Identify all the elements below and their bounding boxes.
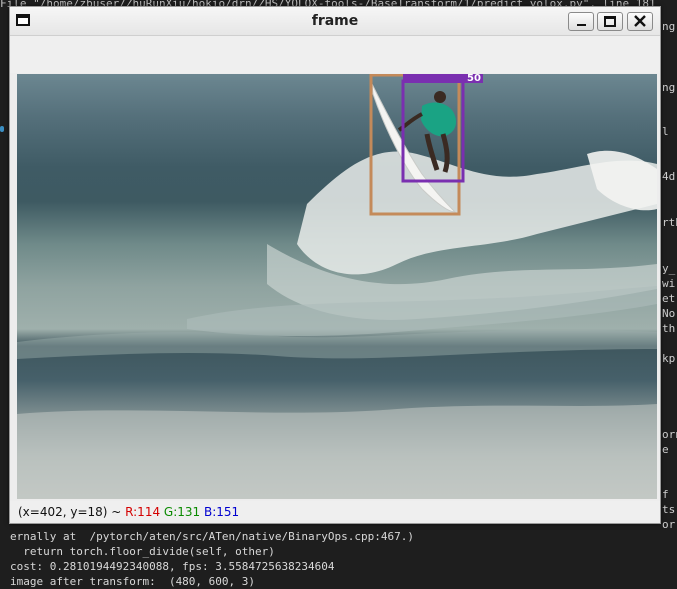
title-bar[interactable]: frame: [10, 7, 660, 36]
toolbar-area: [10, 36, 660, 73]
frame-window[interactable]: frame 50 (x=402, y=18) ~ R:114 G:131 B:1…: [9, 6, 661, 524]
terminal-scroll-marker: [0, 126, 4, 132]
terminal-line: image after transform: (480, 600, 3): [10, 575, 256, 588]
terminal-fragment: et: [662, 292, 676, 305]
terminal-line: return torch.floor_divide(self, other): [10, 545, 275, 558]
pixel-red-value: R:114: [125, 505, 161, 519]
surfer-body: [421, 102, 457, 137]
pixel-green-value: G:131: [163, 505, 201, 519]
terminal-output: ernally at /pytorch/aten/src/ATen/native…: [10, 529, 670, 589]
terminal-fragment: ts: [662, 503, 676, 516]
terminal-fragment: kp: [662, 352, 676, 365]
terminal-line: cost: 0.2810194492340088, fps: 3.5584725…: [10, 560, 335, 573]
window-title: frame: [311, 13, 359, 29]
status-bar: (x=402, y=18) ~ R:114 G:131 B:151: [10, 501, 660, 523]
terminal-line: ernally at /pytorch/aten/src/ATen/native…: [10, 530, 414, 543]
close-button[interactable]: [627, 12, 653, 31]
terminal-fragment: 4d: [662, 170, 676, 183]
terminal-fragment: No: [662, 307, 676, 320]
maximize-icon: [604, 16, 616, 27]
terminal-fragment: th: [662, 322, 676, 335]
shore-foam: [17, 404, 657, 499]
close-icon: [634, 15, 646, 27]
minimize-button[interactable]: [568, 12, 594, 31]
surfer-head: [434, 91, 446, 103]
detection-image[interactable]: 50: [17, 74, 657, 499]
terminal-fragment: ng: [662, 20, 676, 33]
surf-scene: 50: [17, 74, 657, 499]
bbox-person-label: 50: [467, 74, 481, 84]
cursor-coords: (x=402, y=18) ~: [18, 505, 126, 519]
maximize-button[interactable]: [597, 12, 623, 31]
minimize-icon: [577, 24, 586, 26]
terminal-fragment: wi: [662, 277, 676, 290]
terminal-fragment: y_: [662, 262, 676, 275]
terminal-fragment: e r: [662, 443, 677, 456]
terminal-fragment: l: [662, 125, 669, 138]
terminal-fragment: rth: [662, 216, 677, 229]
terminal-fragment: f: [662, 488, 669, 501]
pixel-blue-value: B:151: [204, 505, 240, 519]
terminal-fragment: ng: [662, 81, 676, 94]
terminal-right-column: ng ng l 4d rth y_ wi et No th kp orn e r…: [662, 0, 677, 581]
terminal-fragment: orn: [662, 428, 677, 441]
